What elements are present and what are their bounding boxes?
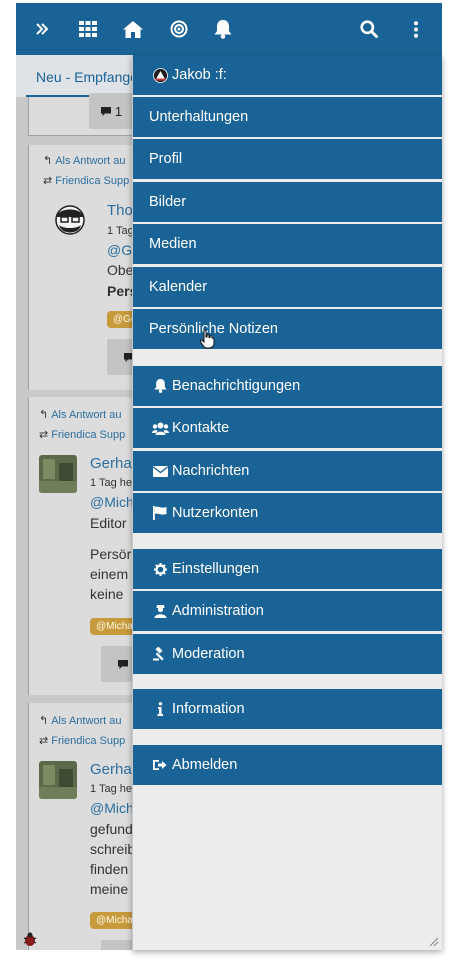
reply-icon: ↰ <box>39 409 49 421</box>
hand-cursor-icon <box>199 329 215 349</box>
sign-out-icon <box>150 759 170 771</box>
avatar[interactable] <box>39 455 77 493</box>
menu-item-contacts[interactable]: Kontakte <box>133 408 442 448</box>
bell-icon[interactable] <box>209 15 237 43</box>
reply-meta[interactable]: ↰ Als Antwort au <box>43 154 126 167</box>
menu-item-calendar[interactable]: Kalender <box>133 267 442 307</box>
users-icon <box>150 422 170 435</box>
menu-item-logout[interactable]: Abmelden <box>133 745 442 785</box>
post-author[interactable]: Gerha <box>90 455 132 472</box>
post-author[interactable]: Gerha <box>90 761 132 778</box>
menu-item-media[interactable]: Medien <box>133 224 442 264</box>
menu-item-accounts[interactable]: Nutzerkonten <box>133 493 442 533</box>
comment-icon <box>118 659 128 669</box>
reply-meta[interactable]: ↰ Als Antwort au <box>39 408 122 421</box>
menu-item-profile[interactable]: Profil <box>133 139 442 179</box>
user-menu-dropdown: Jakob :f: Unterhaltungen Profil Bilder M… <box>132 55 442 950</box>
reshare-icon: ⇄ <box>43 175 53 187</box>
menu-item-messages[interactable]: Nachrichten <box>133 451 442 491</box>
comment-icon <box>100 106 111 116</box>
post-body-line: meine <box>90 881 129 897</box>
apps-grid-icon[interactable] <box>74 15 102 43</box>
top-navbar <box>16 3 442 55</box>
avatar[interactable] <box>39 761 77 799</box>
info-icon <box>150 702 170 716</box>
post-time[interactable]: 1 Tag he <box>90 783 132 795</box>
menu-item-personal-notes[interactable]: Persönliche Notizen <box>133 309 442 349</box>
post-body-line: Editor <box>90 515 127 531</box>
comment-count: 1 <box>114 103 123 119</box>
reshare-meta[interactable]: ⇄ Friendica Supp <box>39 428 125 441</box>
menu-item-user-profile[interactable]: Jakob :f: <box>133 55 442 95</box>
reshare-icon: ⇄ <box>39 429 49 441</box>
home-icon[interactable] <box>119 15 147 43</box>
menu-item-administration[interactable]: Administration <box>133 591 442 631</box>
envelope-icon <box>150 465 170 477</box>
bell-icon <box>150 379 170 393</box>
post-body-line: gefund <box>90 821 133 837</box>
resize-grip-icon[interactable] <box>427 935 439 947</box>
post-body-line: @Mich <box>90 800 134 816</box>
reply-icon: ↰ <box>43 155 53 167</box>
debug-bug-icon[interactable] <box>22 931 38 947</box>
post-body-line: Persör <box>90 546 132 562</box>
user-avatar-icon <box>150 67 170 83</box>
more-vertical-icon[interactable] <box>402 15 430 43</box>
gavel-icon <box>150 647 170 661</box>
post-body-line: keine <box>90 586 124 602</box>
reshare-meta[interactable]: ⇄ Friendica Supp <box>43 174 129 187</box>
reply-meta[interactable]: ↰ Als Antwort au <box>39 714 122 727</box>
gear-icon <box>150 562 170 576</box>
menu-item-moderation[interactable]: Moderation <box>133 634 442 674</box>
reply-icon: ↰ <box>39 715 49 727</box>
comment-button[interactable]: 1 <box>89 93 133 129</box>
tab-new-received[interactable]: Neu - Empfange <box>26 55 148 97</box>
post-time[interactable]: 1 Tag he <box>90 477 132 489</box>
menu-item-notifications[interactable]: Benachrichtigungen <box>133 366 442 406</box>
post-body-line: finden <box>90 861 129 877</box>
search-icon[interactable] <box>355 15 383 43</box>
flag-icon <box>150 506 170 520</box>
reshare-meta[interactable]: ⇄ Friendica Supp <box>39 734 125 747</box>
expand-icon[interactable] <box>28 15 56 43</box>
menu-item-information[interactable]: Information <box>133 689 442 729</box>
post-body-line: einem <box>90 566 129 582</box>
reshare-icon: ⇄ <box>39 735 49 747</box>
admin-user-icon <box>150 604 170 618</box>
menu-item-settings[interactable]: Einstellungen <box>133 549 442 589</box>
post-body-line: schreib <box>90 841 136 857</box>
menu-item-conversations[interactable]: Unterhaltungen <box>133 97 442 137</box>
avatar[interactable] <box>51 201 89 239</box>
post-body-line: @Mich <box>90 494 134 510</box>
network-icon[interactable] <box>165 15 193 43</box>
menu-item-photos[interactable]: Bilder <box>133 182 442 222</box>
